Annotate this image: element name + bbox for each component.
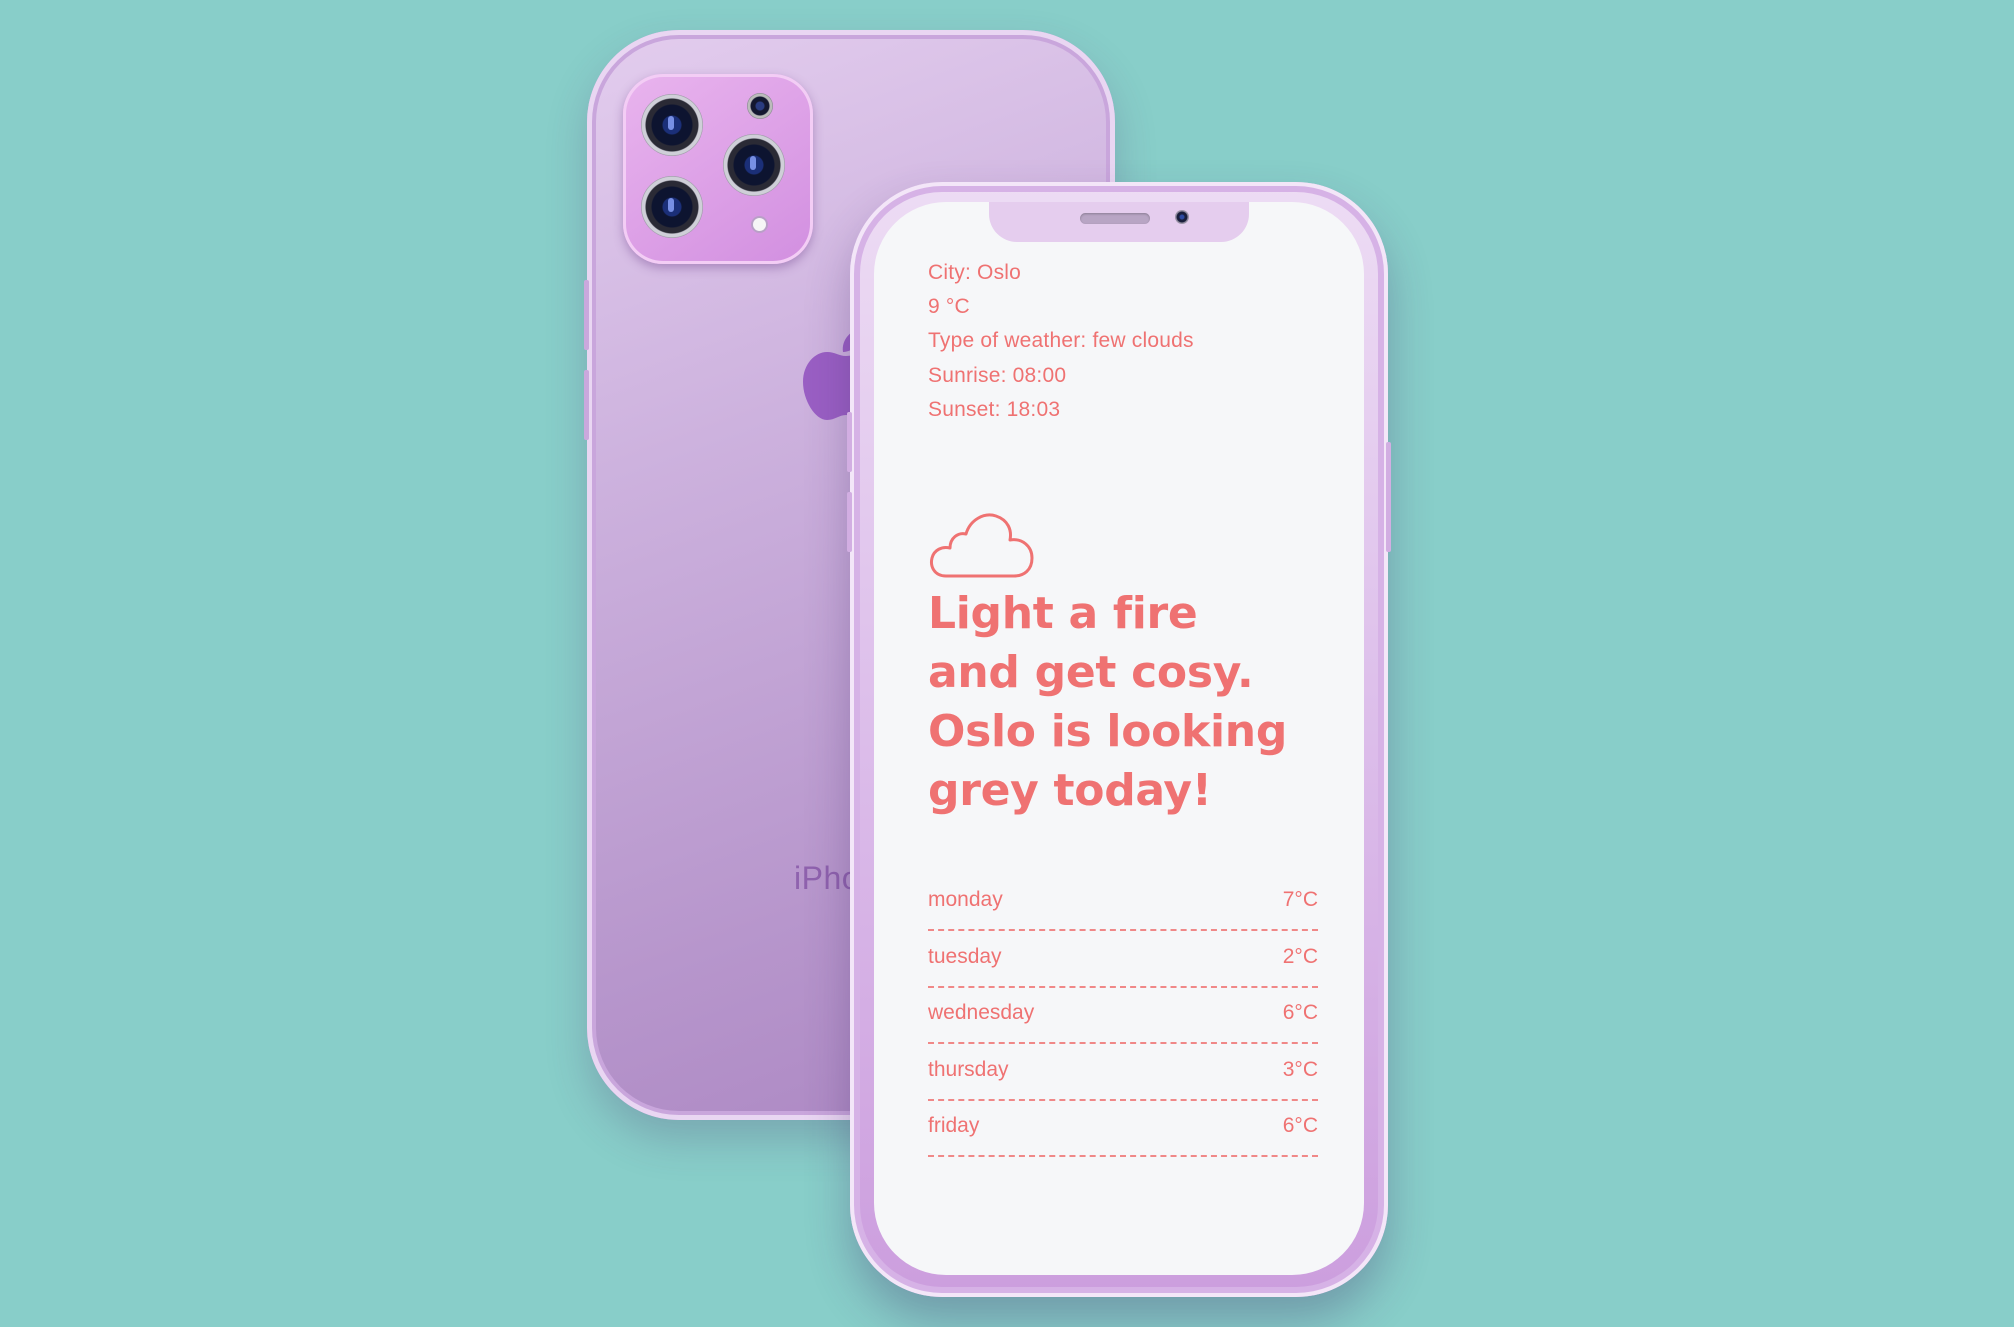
forecast-temp: 6°C <box>1282 1114 1318 1137</box>
camera-lens-icon <box>723 134 785 196</box>
front-phone: City: Oslo 9 °C Type of weather: few clo… <box>847 182 1391 1297</box>
headline: Light a fire and get cosy. Oslo is looki… <box>928 584 1328 820</box>
microphone-icon <box>747 93 773 119</box>
forecast-day: thursday <box>928 1057 1009 1081</box>
forecast-row: wednesday 6°C <box>928 989 1318 1044</box>
flash-icon <box>753 218 766 231</box>
headline-line: grey today! <box>928 765 1212 816</box>
forecast-temp: 6°C <box>1282 1001 1318 1024</box>
weather-app-screen: City: Oslo 9 °C Type of weather: few clo… <box>874 202 1364 1275</box>
temperature-label: 9 °C <box>928 295 970 318</box>
forecast-row: tuesday 2°C <box>928 933 1318 988</box>
forecast-list: monday 7°C tuesday 2°C wednesday 6°C thu… <box>928 876 1318 1159</box>
forecast-day: friday <box>928 1114 980 1137</box>
forecast-row: thursday 3°C <box>928 1046 1318 1101</box>
forecast-row: monday 7°C <box>928 876 1318 931</box>
back-side-button <box>584 370 589 440</box>
front-side-button <box>847 492 852 552</box>
front-side-button <box>1386 442 1391 552</box>
headline-line: Light a fire <box>928 588 1198 639</box>
forecast-day: tuesday <box>928 944 1002 968</box>
sunrise-label: Sunrise: 08:00 <box>928 364 1067 387</box>
weather-type-label: Type of weather: few clouds <box>928 329 1194 352</box>
forecast-day: wednesday <box>928 1001 1035 1024</box>
headline-line: and get cosy. <box>928 647 1254 698</box>
forecast-temp: 7°C <box>1282 888 1318 911</box>
forecast-row: friday 6°C <box>928 1102 1318 1157</box>
camera-lens-icon <box>641 94 703 156</box>
notch <box>989 202 1249 242</box>
back-side-button <box>584 280 589 350</box>
speaker-icon <box>1080 213 1150 224</box>
cloud-icon <box>930 513 1034 578</box>
forecast-temp: 3°C <box>1282 1057 1318 1081</box>
mockup-scene: iPhone City: Oslo 9 °C Type of weather: … <box>0 0 2014 1327</box>
headline-line: Oslo is looking <box>928 706 1288 757</box>
camera-module <box>623 74 813 264</box>
city-label: City: Oslo <box>928 261 1022 284</box>
front-camera-icon <box>1175 210 1189 224</box>
camera-lens-icon <box>641 176 703 238</box>
sunset-label: Sunset: 18:03 <box>928 398 1061 421</box>
forecast-temp: 2°C <box>1282 944 1318 968</box>
front-side-button <box>847 412 852 472</box>
forecast-day: monday <box>928 888 1003 911</box>
